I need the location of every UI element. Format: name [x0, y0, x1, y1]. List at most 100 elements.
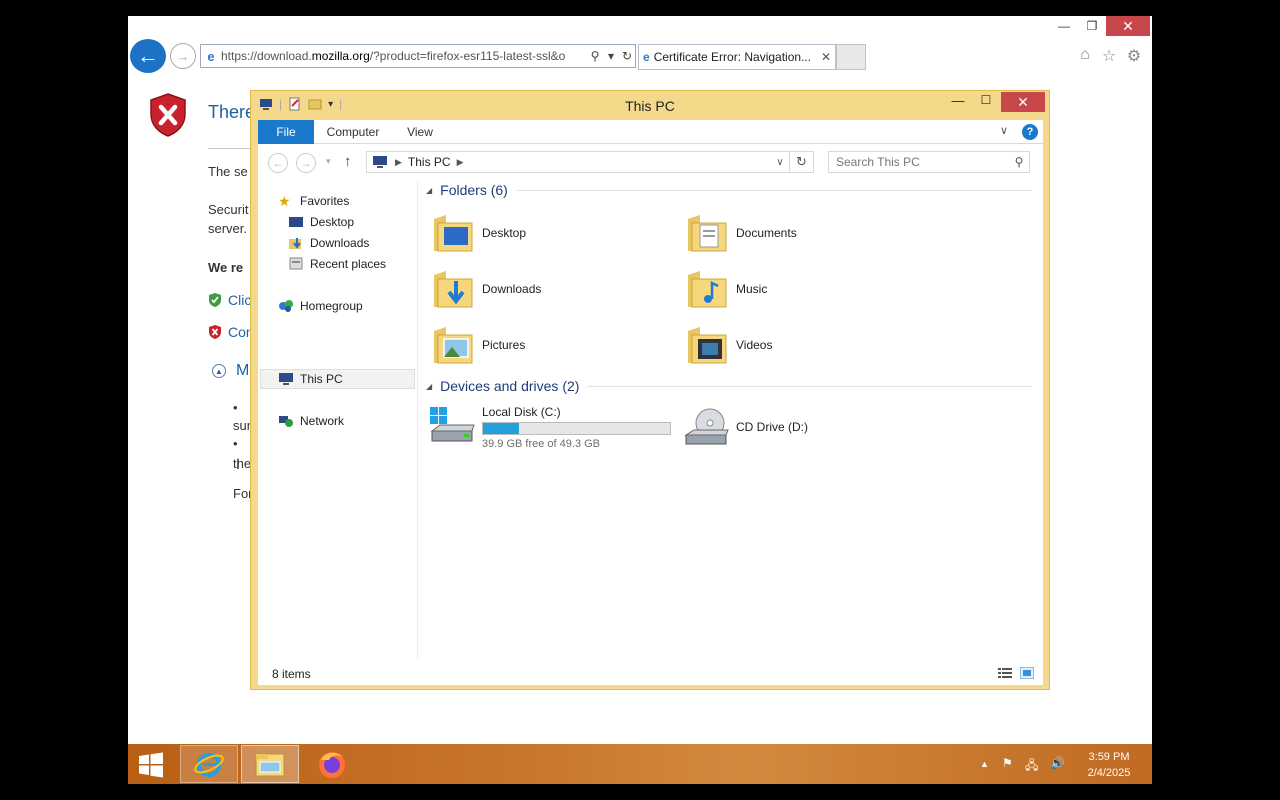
large-icons-view-icon[interactable]: [1020, 667, 1034, 679]
taskbar-internet-explorer[interactable]: [180, 745, 238, 783]
drive-label: Local Disk (C:): [482, 404, 561, 419]
ie-forward-button[interactable]: →: [170, 43, 196, 69]
ie-tab-certificate-error[interactable]: e Certificate Error: Navigation... ✕: [638, 44, 836, 70]
help-icon[interactable]: ?: [1022, 124, 1038, 140]
ie-tab-close-icon[interactable]: ✕: [821, 50, 831, 64]
up-arrow-icon[interactable]: ↑: [344, 153, 352, 170]
explorer-title-bar[interactable]: | ▾ | This PC — ☐ ✕: [251, 91, 1049, 119]
content-pane: ◢ Folders (6) Desktop Documents Download…: [420, 180, 1040, 660]
address-url[interactable]: https://download.mozilla.org/?product=fi…: [221, 49, 587, 63]
recent-locations-icon[interactable]: ▾: [326, 156, 331, 167]
ie-caption-bar: — ❐ ✕: [128, 16, 1152, 38]
folder-pictures[interactable]: Pictures: [430, 320, 680, 370]
drives-group-header[interactable]: ◢ Devices and drives (2): [426, 378, 1032, 394]
expand-more-info-icon[interactable]: ▲: [212, 364, 226, 378]
taskbar: ▲ ⚑ 🖧 🔊 3:59 PM 2/4/2025: [128, 744, 1152, 784]
search-icon[interactable]: ⚲: [1009, 155, 1029, 169]
address-bar[interactable]: e https://download.mozilla.org/?product=…: [200, 44, 636, 68]
ie-tab-icon: e: [643, 50, 650, 64]
refresh-icon[interactable]: ↻: [619, 49, 635, 63]
tab-file[interactable]: File: [258, 120, 314, 144]
breadcrumb-chevron-icon[interactable]: ▶: [395, 157, 402, 168]
address-dropdown-icon[interactable]: ▾: [603, 49, 619, 63]
explorer-close-button[interactable]: ✕: [1001, 92, 1045, 112]
text-cursor-icon: I: [236, 456, 240, 472]
gear-icon[interactable]: ⚙: [1123, 46, 1145, 68]
home-icon[interactable]: ⌂: [1074, 46, 1096, 68]
address-search-icon[interactable]: ⚲: [587, 49, 603, 63]
taskbar-file-explorer[interactable]: [241, 745, 299, 783]
taskbar-firefox[interactable]: [303, 745, 361, 783]
close-webpage-link[interactable]: Clic: [228, 292, 251, 308]
show-hidden-icons-chevron-icon[interactable]: ▲: [980, 759, 989, 769]
ie-back-button[interactable]: ←: [130, 39, 166, 73]
ie-new-tab-button[interactable]: [836, 44, 866, 70]
explorer-minimize-button[interactable]: —: [945, 93, 971, 113]
folder-desktop[interactable]: Desktop: [430, 208, 680, 258]
nav-homegroup[interactable]: Homegroup: [278, 296, 363, 316]
breadcrumb-chevron-icon[interactable]: ▶: [457, 157, 464, 168]
volume-icon[interactable]: 🔊: [1050, 756, 1065, 770]
nav-network[interactable]: Network: [278, 411, 344, 431]
folders-group-label: Folders (6): [440, 182, 508, 198]
error-shield-icon: [150, 93, 186, 137]
nav-back-button[interactable]: ←: [268, 153, 288, 173]
nav-this-pc[interactable]: This PC: [278, 369, 343, 389]
ie-restore-button[interactable]: ❐: [1078, 16, 1106, 36]
safe-shield-icon: [209, 293, 221, 307]
folder-label: Desktop: [482, 226, 527, 240]
nav-forward-button[interactable]: →: [296, 153, 316, 173]
action-center-flag-icon[interactable]: ⚑: [1002, 756, 1013, 770]
collapse-triangle-icon[interactable]: ◢: [426, 186, 432, 195]
ie-minimize-button[interactable]: —: [1050, 16, 1078, 36]
ie-tab-title: Certificate Error: Navigation...: [653, 50, 812, 64]
warning-shield-icon: [209, 325, 221, 339]
breadcrumb-this-pc[interactable]: This PC: [408, 155, 451, 169]
collapse-triangle-icon[interactable]: ◢: [426, 382, 432, 391]
ie-close-button[interactable]: ✕: [1106, 16, 1150, 36]
drive-local-disk-c[interactable]: Local Disk (C:) 39.9 GB free of 49.3 GB: [428, 402, 671, 452]
nav-this-pc-label: This PC: [300, 372, 343, 386]
nav-favorites[interactable]: ★ Favorites: [278, 191, 349, 211]
folder-videos[interactable]: Videos: [684, 320, 934, 370]
explorer-navigation-bar: ← → ▾ ↑ ▶ This PC ▶ ∨ ↻ ⚲: [258, 144, 1043, 180]
nav-recent-label: Recent places: [310, 257, 387, 271]
breadcrumb[interactable]: ▶ This PC ▶ ∨: [366, 151, 790, 173]
tab-computer[interactable]: Computer: [318, 120, 388, 144]
nav-network-label: Network: [300, 414, 345, 428]
folders-group-header[interactable]: ◢ Folders (6): [426, 182, 1032, 198]
nav-homegroup-label: Homegroup: [300, 299, 363, 313]
tab-view[interactable]: View: [392, 120, 448, 144]
taskbar-clock[interactable]: 3:59 PM 2/4/2025: [1078, 749, 1140, 781]
status-bar: 8 items: [258, 664, 1043, 685]
hard-drive-icon: [430, 407, 475, 442]
homegroup-icon: [279, 300, 293, 312]
nav-recent-places[interactable]: Recent places: [288, 254, 386, 274]
folder-label: Music: [736, 282, 768, 296]
cd-drive-icon: [684, 408, 729, 445]
folder-downloads[interactable]: Downloads: [430, 264, 680, 314]
music-folder-icon: [688, 271, 727, 308]
details-view-icon[interactable]: [998, 667, 1012, 679]
windows-start-icon[interactable]: [138, 752, 164, 778]
documents-folder-icon: [688, 215, 727, 252]
expand-ribbon-chevron-icon[interactable]: ∨: [1000, 124, 1008, 137]
file-explorer-window: | ▾ | This PC — ☐ ✕ File Computer View ∨…: [250, 90, 1050, 690]
internet-explorer-icon: [194, 753, 224, 777]
address-history-dropdown-icon[interactable]: ∨: [771, 157, 789, 168]
drive-info: Local Disk (C:) 39.9 GB free of 49.3 GB: [482, 405, 671, 450]
favorites-star-icon[interactable]: ☆: [1098, 46, 1120, 68]
drive-cd-d[interactable]: CD Drive (D:): [682, 402, 808, 452]
explorer-refresh-icon[interactable]: ↻: [790, 151, 814, 173]
explorer-maximize-button[interactable]: ☐: [973, 93, 999, 113]
folder-music[interactable]: Music: [684, 264, 934, 314]
nav-desktop[interactable]: Desktop: [288, 212, 354, 232]
search-box[interactable]: ⚲: [828, 151, 1030, 173]
more-information-link[interactable]: M: [236, 362, 249, 380]
network-status-icon[interactable]: 🖧: [1025, 756, 1038, 777]
desktop-screen: — ❐ ✕ ← → e https://download.mozilla.org…: [128, 16, 1152, 784]
search-input[interactable]: [829, 155, 1009, 169]
folder-documents[interactable]: Documents: [684, 208, 934, 258]
file-explorer-icon: [255, 753, 285, 777]
nav-downloads[interactable]: Downloads: [288, 233, 369, 253]
